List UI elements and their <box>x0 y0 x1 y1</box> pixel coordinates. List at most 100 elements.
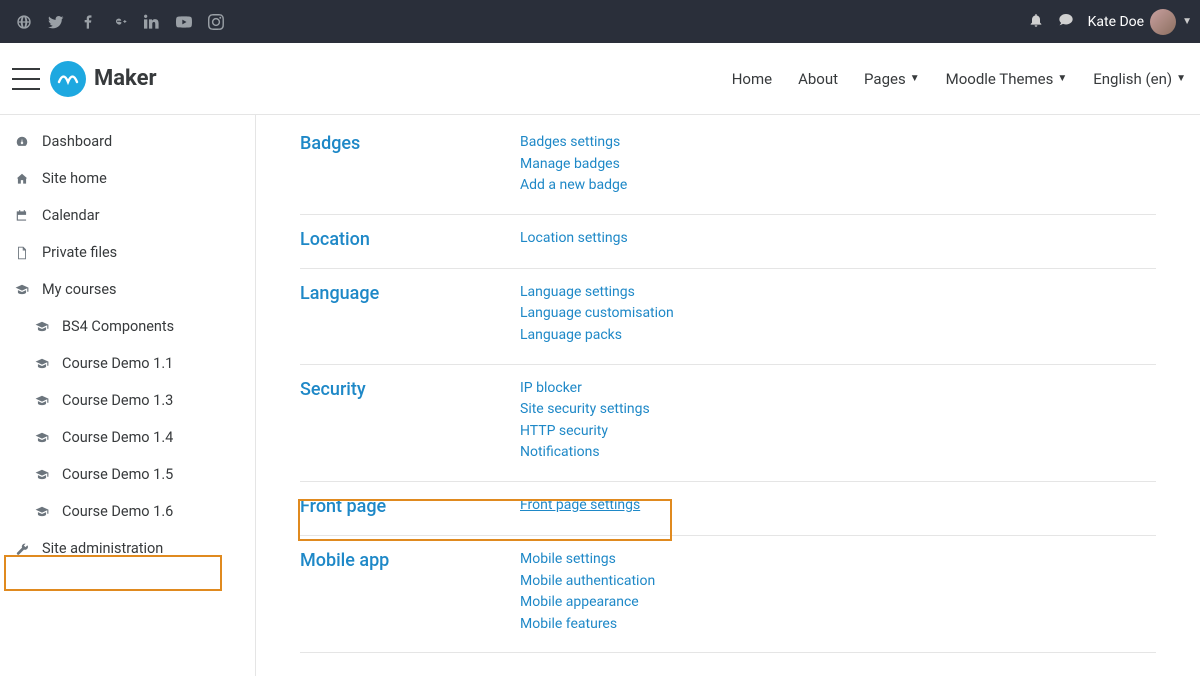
content: Badges Badges settings Manage badges Add… <box>256 115 1200 676</box>
section-title[interactable]: Badges <box>300 133 520 196</box>
link[interactable]: Mobile authentication <box>520 572 655 592</box>
link[interactable]: IP blocker <box>520 379 650 399</box>
sidebar-item-label: Course Demo 1.4 <box>62 429 173 446</box>
home-icon <box>14 172 30 186</box>
nav-language[interactable]: English (en)▼ <box>1093 70 1186 88</box>
sidebar-item-dashboard[interactable]: Dashboard <box>0 123 255 160</box>
brand-logo[interactable]: Maker <box>50 61 157 97</box>
link[interactable]: Mobile settings <box>520 550 655 570</box>
section-links: Badges settings Manage badges Add a new … <box>520 133 627 196</box>
header-left: Maker <box>12 61 157 97</box>
section-links: Mobile settings Mobile authentication Mo… <box>520 550 655 634</box>
section-frontpage: Front page Front page settings <box>300 482 1156 536</box>
topbar-right: Kate Doe ▼ <box>1028 9 1192 35</box>
sidebar-item-label: BS4 Components <box>62 318 174 335</box>
sidebar-item-label: Site home <box>42 170 107 187</box>
body: Dashboard Site home Calendar Private fil… <box>0 115 1200 676</box>
bell-icon[interactable] <box>1028 12 1044 32</box>
facebook-icon[interactable] <box>72 6 104 38</box>
link[interactable]: Mobile features <box>520 615 655 635</box>
link[interactable]: Badges settings <box>520 133 627 153</box>
menu-toggle-button[interactable] <box>12 68 40 90</box>
sidebar-course-item[interactable]: Course Demo 1.3 <box>0 382 255 419</box>
sidebar-item-label: Course Demo 1.3 <box>62 392 173 409</box>
chevron-down-icon: ▼ <box>910 73 920 84</box>
section-links: Location settings <box>520 229 628 250</box>
link[interactable]: Front page settings <box>520 496 640 516</box>
sidebar-course-item[interactable]: BS4 Components <box>0 308 255 345</box>
brand-text: Maker <box>94 66 157 91</box>
user-name: Kate Doe <box>1088 14 1144 30</box>
sidebar-item-label: Site administration <box>42 540 163 557</box>
sidebar-course-item[interactable]: Course Demo 1.6 <box>0 493 255 530</box>
section-links: IP blocker Site security settings HTTP s… <box>520 379 650 463</box>
header: Maker Home About Pages▼ Moodle Themes▼ E… <box>0 43 1200 115</box>
link[interactable]: Site security settings <box>520 400 650 420</box>
file-icon <box>14 246 30 260</box>
sidebar-course-item[interactable]: Course Demo 1.5 <box>0 456 255 493</box>
graduation-icon <box>14 283 30 297</box>
link[interactable]: Add a new badge <box>520 176 627 196</box>
link[interactable]: Manage badges <box>520 155 627 175</box>
sidebar-course-item[interactable]: Course Demo 1.1 <box>0 345 255 382</box>
section-links: Front page settings <box>520 496 640 517</box>
link[interactable]: Language packs <box>520 326 674 346</box>
graduation-icon <box>34 468 50 482</box>
sidebar-item-siteadmin[interactable]: Site administration <box>0 530 255 567</box>
section-mobileapp: Mobile app Mobile settings Mobile authen… <box>300 536 1156 653</box>
user-menu[interactable]: Kate Doe ▼ <box>1088 9 1192 35</box>
graduation-icon <box>34 320 50 334</box>
instagram-icon[interactable] <box>200 6 232 38</box>
section-title[interactable]: Front page <box>300 496 520 517</box>
sidebar-item-privatefiles[interactable]: Private files <box>0 234 255 271</box>
googleplus-icon[interactable] <box>104 6 136 38</box>
sidebar-item-label: Calendar <box>42 207 100 224</box>
globe-icon[interactable] <box>8 6 40 38</box>
sidebar: Dashboard Site home Calendar Private fil… <box>0 115 256 676</box>
nav-pages[interactable]: Pages▼ <box>864 70 920 88</box>
chevron-down-icon: ▼ <box>1176 73 1186 84</box>
section-title[interactable]: Location <box>300 229 520 250</box>
sidebar-course-item[interactable]: Course Demo 1.4 <box>0 419 255 456</box>
graduation-icon <box>34 505 50 519</box>
wrench-icon <box>14 542 30 556</box>
sidebar-item-sitehome[interactable]: Site home <box>0 160 255 197</box>
link[interactable]: Language customisation <box>520 304 674 324</box>
chevron-down-icon: ▼ <box>1182 16 1192 27</box>
nav-about[interactable]: About <box>798 70 838 88</box>
chevron-down-icon: ▼ <box>1057 73 1067 84</box>
nav-themes[interactable]: Moodle Themes▼ <box>946 70 1068 88</box>
dashboard-icon <box>14 135 30 149</box>
nav-home[interactable]: Home <box>732 70 772 88</box>
chat-icon[interactable] <box>1058 12 1074 32</box>
sidebar-item-label: Course Demo 1.6 <box>62 503 173 520</box>
section-language: Language Language settings Language cust… <box>300 269 1156 365</box>
link[interactable]: Mobile appearance <box>520 593 655 613</box>
youtube-icon[interactable] <box>168 6 200 38</box>
sidebar-item-label: My courses <box>42 281 117 298</box>
calendar-icon <box>14 209 30 223</box>
sidebar-item-label: Course Demo 1.5 <box>62 466 173 483</box>
social-icons <box>8 6 232 38</box>
sidebar-item-label: Course Demo 1.1 <box>62 355 173 372</box>
link[interactable]: Notifications <box>520 443 650 463</box>
linkedin-icon[interactable] <box>136 6 168 38</box>
sidebar-item-label: Dashboard <box>42 133 112 150</box>
link[interactable]: Language settings <box>520 283 674 303</box>
sidebar-item-mycourses[interactable]: My courses <box>0 271 255 308</box>
main-nav: Home About Pages▼ Moodle Themes▼ English… <box>732 70 1186 88</box>
section-links: Language settings Language customisation… <box>520 283 674 346</box>
section-badges: Badges Badges settings Manage badges Add… <box>300 129 1156 215</box>
link[interactable]: HTTP security <box>520 422 650 442</box>
logo-icon <box>50 61 86 97</box>
twitter-icon[interactable] <box>40 6 72 38</box>
section-title[interactable]: Language <box>300 283 520 346</box>
link[interactable]: Location settings <box>520 229 628 249</box>
section-title[interactable]: Mobile app <box>300 550 520 634</box>
section-title[interactable]: Security <box>300 379 520 463</box>
graduation-icon <box>34 431 50 445</box>
avatar <box>1150 9 1176 35</box>
graduation-icon <box>34 357 50 371</box>
sidebar-item-calendar[interactable]: Calendar <box>0 197 255 234</box>
graduation-icon <box>34 394 50 408</box>
